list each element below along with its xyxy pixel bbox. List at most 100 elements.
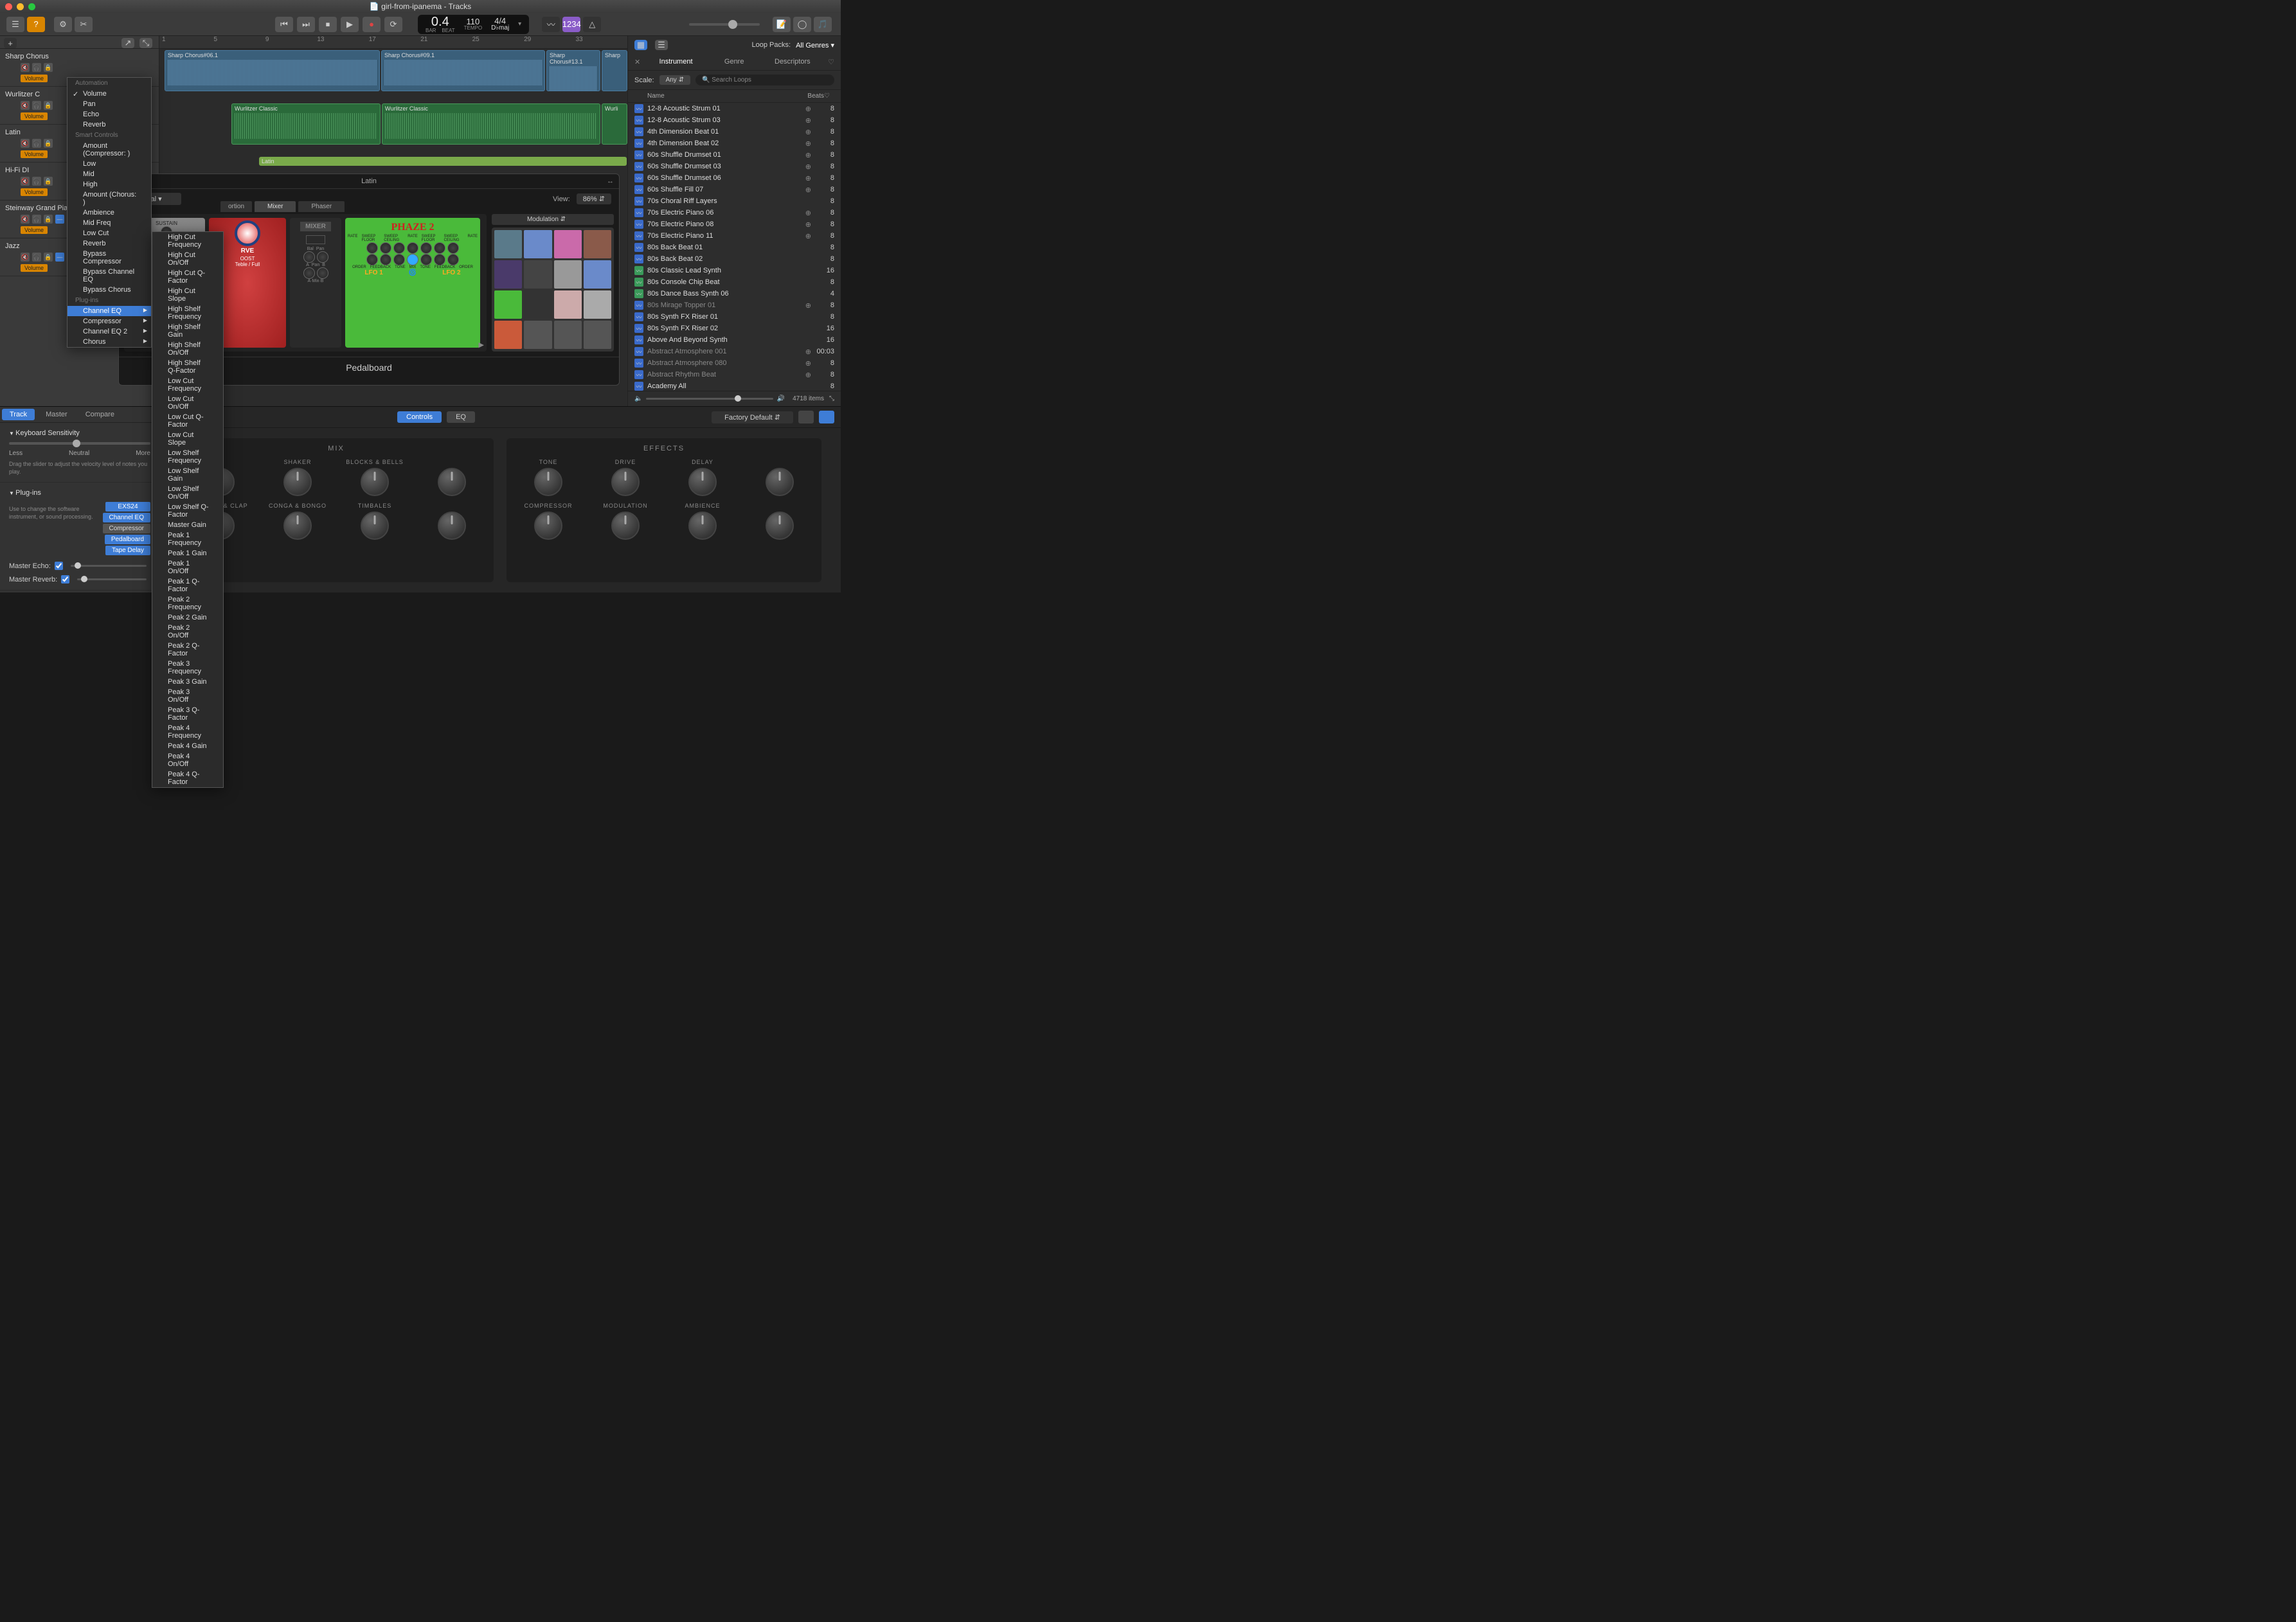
preset-select[interactable]: Factory Default ⇵: [712, 411, 793, 423]
lock-icon[interactable]: 🔒: [44, 63, 53, 72]
loop-item[interactable]: 〰 80s Console Chip Beat 8: [628, 276, 841, 288]
expand-icon[interactable]: [819, 411, 834, 423]
menu-item[interactable]: Low Shelf Gain: [152, 466, 223, 484]
menu-item[interactable]: High Shelf Q-Factor: [152, 358, 223, 376]
download-icon[interactable]: ⊕: [805, 163, 811, 171]
menu-item[interactable]: Low Cut Q-Factor: [152, 412, 223, 430]
scroll-right-icon[interactable]: ▶: [479, 341, 484, 349]
minimize-icon[interactable]: [17, 3, 24, 10]
solo-icon[interactable]: 🎧: [32, 253, 41, 262]
menu-item[interactable]: Peak 1 On/Off: [152, 558, 223, 576]
region-sharp-1[interactable]: Sharp Chorus#06.1: [165, 50, 380, 91]
loop-item[interactable]: 〰 4th Dimension Beat 02 ⊕ 8: [628, 138, 841, 149]
loop-item[interactable]: 〰 12-8 Acoustic Strum 03 ⊕ 8: [628, 114, 841, 126]
lock-icon[interactable]: 🔒: [44, 139, 53, 148]
stomp-phaze[interactable]: PHAZE 2 RATESWEEP FLOORSWEEP CEILINGRATE…: [345, 218, 480, 348]
download-icon[interactable]: ⊕: [805, 220, 811, 229]
menu-item[interactable]: Peak 1 Gain: [152, 548, 223, 558]
loop-item[interactable]: 〰 80s Mirage Topper 01 ⊕ 8: [628, 299, 841, 311]
automation-toggle[interactable]: —: [55, 253, 64, 262]
solo-icon[interactable]: 🎧: [32, 101, 41, 110]
loop-item[interactable]: 〰 80s Back Beat 02 8: [628, 253, 841, 265]
loop-browser-button[interactable]: ◯: [793, 17, 811, 32]
library-button[interactable]: ☰: [6, 17, 24, 32]
menu-item[interactable]: Volume: [67, 89, 151, 99]
loop-item[interactable]: 〰 70s Electric Piano 11 ⊕ 8: [628, 230, 841, 242]
menu-item[interactable]: Peak 2 Q-Factor: [152, 641, 223, 659]
tab-descriptors[interactable]: Descriptors: [764, 54, 822, 70]
loop-item[interactable]: 〰 Abstract Atmosphere 080 ⊕ 8: [628, 357, 841, 369]
loop-item[interactable]: 〰 4th Dimension Beat 01 ⊕ 8: [628, 126, 841, 138]
download-icon[interactable]: ⊕: [805, 186, 811, 194]
automation-menu[interactable]: Automation VolumePanEchoReverb Smart Con…: [67, 77, 152, 348]
menu-item[interactable]: Low Cut On/Off: [152, 394, 223, 412]
region-sharp-2[interactable]: Sharp Chorus#09.1: [381, 50, 545, 91]
controls-tab[interactable]: Controls: [397, 411, 442, 423]
loop-item[interactable]: 〰 60s Shuffle Drumset 03 ⊕ 8: [628, 161, 841, 172]
region-wurl-2[interactable]: Wurlitzer Classic: [382, 103, 600, 145]
menu-item[interactable]: Peak 1 Frequency: [152, 530, 223, 548]
volume-tag[interactable]: Volume: [21, 75, 48, 82]
menu-item[interactable]: Chorus: [67, 337, 151, 347]
master-volume-slider[interactable]: [689, 23, 760, 26]
tuner-button[interactable]: 〰: [542, 17, 560, 32]
menu-item[interactable]: Master Gain: [152, 520, 223, 530]
tab-compare[interactable]: Compare: [76, 407, 123, 422]
lcd-display[interactable]: 0.4BAR BEAT 110TEMPO 4/4D♭maj ▾: [418, 15, 529, 34]
loop-list[interactable]: 〰 12-8 Acoustic Strum 01 ⊕ 8〰 12-8 Acous…: [628, 103, 841, 391]
menu-item[interactable]: Low Cut Slope: [152, 430, 223, 448]
menu-item[interactable]: Mid: [67, 169, 151, 179]
tab-phaser[interactable]: Phaser: [298, 201, 345, 212]
solo-icon[interactable]: 🎧: [32, 215, 41, 224]
loop-item[interactable]: 〰 Academy All 8: [628, 380, 841, 391]
quick-help-button[interactable]: ?: [27, 17, 45, 32]
menu-item[interactable]: Low Cut: [67, 228, 151, 238]
download-icon[interactable]: ⊕: [805, 301, 811, 310]
menu-item[interactable]: Bypass Compressor: [67, 249, 151, 267]
volume-tag[interactable]: Volume: [21, 112, 48, 120]
volume-up-icon[interactable]: 🔊: [777, 395, 785, 402]
menu-item[interactable]: Peak 3 Gain: [152, 677, 223, 687]
tab-genre[interactable]: Genre: [705, 54, 764, 70]
plugin-chip[interactable]: Channel EQ: [103, 513, 150, 522]
mute-icon[interactable]: 🔇: [21, 215, 30, 224]
loop-item[interactable]: 〰 80s Synth FX Riser 02 16: [628, 323, 841, 334]
menu-item[interactable]: Ambience: [67, 208, 151, 218]
stomp-mixer[interactable]: MIXER BalPan APanB A·Mix·B: [290, 218, 341, 348]
master-reverb-slider[interactable]: [77, 578, 147, 580]
master-reverb-checkbox[interactable]: [61, 575, 69, 584]
pedal-zoom[interactable]: 86% ⇵: [577, 193, 611, 204]
menu-item[interactable]: Peak 2 On/Off: [152, 623, 223, 641]
inspector-icon[interactable]: [798, 411, 814, 423]
download-icon[interactable]: ⊕: [805, 174, 811, 183]
favorite-icon[interactable]: ♡: [821, 54, 841, 70]
tab-distortion[interactable]: ortion: [220, 201, 252, 212]
close-icon[interactable]: [5, 3, 12, 10]
menu-item[interactable]: High Cut On/Off: [152, 250, 223, 268]
menu-item[interactable]: Peak 3 Frequency: [152, 659, 223, 677]
menu-item[interactable]: High Cut Q-Factor: [152, 268, 223, 286]
download-icon[interactable]: ⊕: [805, 139, 811, 148]
menu-item[interactable]: Peak 4 On/Off: [152, 751, 223, 769]
control-knob[interactable]: [438, 468, 466, 496]
menu-item[interactable]: Peak 4 Gain: [152, 741, 223, 751]
resize-icon[interactable]: ⤡: [829, 395, 834, 402]
eq-tab[interactable]: EQ: [447, 411, 475, 423]
search-input[interactable]: 🔍 Search Loops: [695, 75, 834, 85]
menu-item[interactable]: High Shelf Gain: [152, 322, 223, 340]
menu-item[interactable]: Mid Freq: [67, 218, 151, 228]
loop-list-icon[interactable]: ☰: [655, 40, 668, 50]
maximize-icon[interactable]: [28, 3, 35, 10]
plugin-resize-icon[interactable]: ↔: [607, 177, 614, 185]
menu-item[interactable]: Peak 2 Frequency: [152, 594, 223, 612]
loop-item[interactable]: 〰 Abstract Rhythm Beat ⊕ 8: [628, 369, 841, 380]
region-sharp-3[interactable]: Sharp Chorus#13.1: [546, 50, 600, 91]
tab-track[interactable]: Track: [2, 409, 35, 420]
sensitivity-slider[interactable]: [9, 442, 150, 445]
notepad-button[interactable]: 📝: [773, 17, 791, 32]
lock-icon[interactable]: 🔒: [44, 215, 53, 224]
loop-item[interactable]: 〰 80s Classic Lead Synth 16: [628, 265, 841, 276]
control-knob[interactable]: [766, 512, 794, 540]
pedal-category-select[interactable]: Modulation ⇵: [492, 214, 614, 225]
lock-icon[interactable]: 🔒: [44, 101, 53, 110]
